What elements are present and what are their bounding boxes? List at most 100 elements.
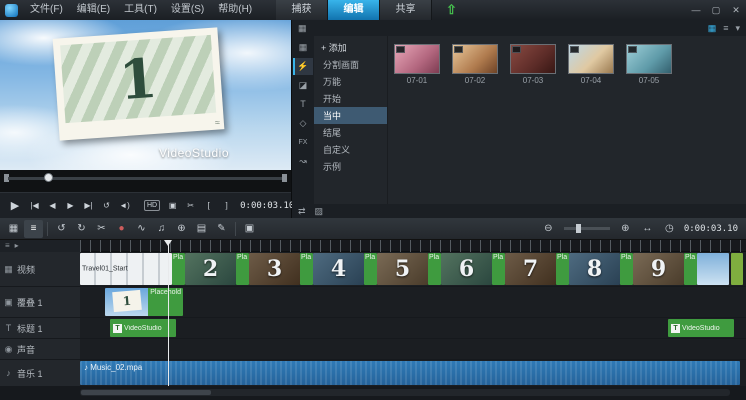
menu-edit[interactable]: 编辑(E) [70,0,117,20]
music-track-lane[interactable]: ♪ Music_02.mpa [80,360,746,386]
gallery-icon[interactable]: ▦ [298,20,307,36]
preview-scrubber[interactable] [4,172,287,184]
placeholder-clip[interactable]: Pla [620,253,633,285]
template-thumbnail[interactable] [626,44,672,74]
video-clip-3[interactable]: 3 [249,253,300,285]
storyboard-view-icon[interactable]: ▦ [4,220,23,238]
placeholder-clip[interactable]: Pla [492,253,505,285]
split-icon[interactable]: ✂ [92,220,111,238]
video-clip-travel-start[interactable]: Travel01_Start [80,253,172,285]
zoom-in-icon[interactable]: ⊕ [616,220,635,238]
placeholder-clip[interactable]: Pla [428,253,441,285]
voice-track-lane[interactable] [80,339,746,359]
trim-end-handle[interactable] [282,174,287,182]
graphic-library-icon[interactable]: ◇ [293,115,313,132]
title-track-lane[interactable]: T VideoStudio T VideoStudio [80,318,746,338]
title-clip-2[interactable]: T VideoStudio [668,319,734,337]
preview-timecode[interactable]: 0:00:03.10 [240,201,294,211]
mask-creator-icon[interactable]: ▣ [240,220,259,238]
category-item[interactable]: 自定义 [314,141,387,158]
category-item-selected[interactable]: 当中 [314,107,387,124]
video-clip-5[interactable]: 5 [377,253,428,285]
title-clip-1[interactable]: T VideoStudio [110,319,176,337]
sound-mixer-icon[interactable]: ∿ [132,220,151,238]
timeline-view-icon[interactable]: ≡ [24,220,43,238]
timeline-ruler[interactable] [80,240,746,252]
tab-share[interactable]: 共享 [380,0,432,20]
menu-tools[interactable]: 工具(T) [117,0,164,20]
template-item[interactable]: 07-03 [510,44,556,85]
video-clip-tail[interactable] [731,253,743,285]
overlay-track-lane[interactable]: 1 Placehold [80,287,746,317]
tab-capture[interactable]: 捕获 [276,0,328,20]
template-item[interactable]: 07-01 [394,44,440,85]
placeholder-clip[interactable]: Pla [684,253,697,285]
placeholder-clip[interactable]: Pla [172,253,185,285]
track-manager-icon[interactable]: ≡ [5,240,10,252]
video-clip-6[interactable]: 6 [441,253,492,285]
title-library-icon[interactable]: T [293,96,313,113]
video-clip-4[interactable]: 4 [313,253,364,285]
template-thumbnail[interactable] [394,44,440,74]
overlay-clip[interactable]: 1 Placehold [105,288,183,316]
minimize-button[interactable]: — [686,0,706,20]
placeholder-clip[interactable]: Pla [300,253,313,285]
undo-icon[interactable]: ↺ [52,220,71,238]
video-clip-9[interactable]: 9 [633,253,684,285]
video-track-lane[interactable]: Travel01_Start Pla 2 Pla 3 Pla 4 Pla 5 P… [80,252,746,286]
volume-button[interactable]: ◄) [116,197,133,215]
close-button[interactable]: ✕ [726,0,746,20]
template-item[interactable]: 07-02 [452,44,498,85]
zoom-out-icon[interactable]: ⊖ [539,220,558,238]
music-clip[interactable]: ♪ Music_02.mpa [80,361,740,385]
add-category-button[interactable]: + 添加 [314,39,387,56]
category-item[interactable]: 结尾 [314,124,387,141]
mark-in-button[interactable]: [ [200,197,217,215]
list-view-icon[interactable]: ≡ [723,20,728,36]
category-item[interactable]: 示例 [314,158,387,175]
music-track-header[interactable]: ♪ 音乐 1 [0,360,80,386]
scrubber-thumb[interactable] [44,173,53,182]
subtitle-editor-icon[interactable]: ▤ [192,220,211,238]
painting-creator-icon[interactable]: ✎ [212,220,231,238]
template-item[interactable]: 07-04 [568,44,614,85]
zoom-slider-thumb[interactable] [576,224,581,233]
redo-icon[interactable]: ↻ [72,220,91,238]
menu-file[interactable]: 文件(F) [23,0,70,20]
enlarge-preview-button[interactable]: ▣ [164,197,181,215]
repeat-button[interactable]: ↺ [98,197,115,215]
title-track-header[interactable]: T 标题 1 [0,318,80,338]
filter-library-icon[interactable]: FX [293,134,313,151]
category-item[interactable]: 开始 [314,90,387,107]
transition-library-icon[interactable]: ◪ [293,77,313,94]
split-clip-button[interactable]: ✂ [182,197,199,215]
template-thumbnail[interactable] [510,44,556,74]
placeholder-clip[interactable]: Pla [556,253,569,285]
mark-out-button[interactable]: ] [218,197,235,215]
scrollbar-thumb[interactable] [81,390,211,395]
home-button[interactable]: |◀ [26,197,43,215]
timeline-zoom-slider[interactable] [564,227,610,230]
template-thumbnail[interactable] [452,44,498,74]
video-track-header[interactable]: ▦ 视频 [0,252,80,286]
timeline-horizontal-scrollbar[interactable] [80,389,730,396]
category-item[interactable]: 分割画面 [314,56,387,73]
menu-settings[interactable]: 设置(S) [164,0,211,20]
fit-project-icon[interactable]: ↔ [638,220,657,238]
placeholder-clip[interactable]: Pla [364,253,377,285]
placeholder-clip[interactable]: Pla [236,253,249,285]
timeline-playhead[interactable] [168,240,169,386]
video-clip-2[interactable]: 2 [185,253,236,285]
menu-help[interactable]: 帮助(H) [211,0,259,20]
template-item[interactable]: 07-05 [626,44,672,85]
library-options-icon[interactable]: ▾ [735,20,740,36]
record-capture-icon[interactable]: ● [112,220,131,238]
overlay-track-header[interactable]: ▣ 覆叠 1 [0,287,80,317]
media-library-icon[interactable]: ▦ [293,39,313,56]
add-track-icon[interactable]: ▸ [15,240,19,252]
instant-project-icon[interactable]: ⚡ [293,58,313,75]
prev-frame-button[interactable]: ◀ [44,197,61,215]
folder-icon[interactable]: ▨ [315,203,324,219]
video-clip-travel-end[interactable] [697,253,729,285]
next-frame-button[interactable]: ▶ [62,197,79,215]
